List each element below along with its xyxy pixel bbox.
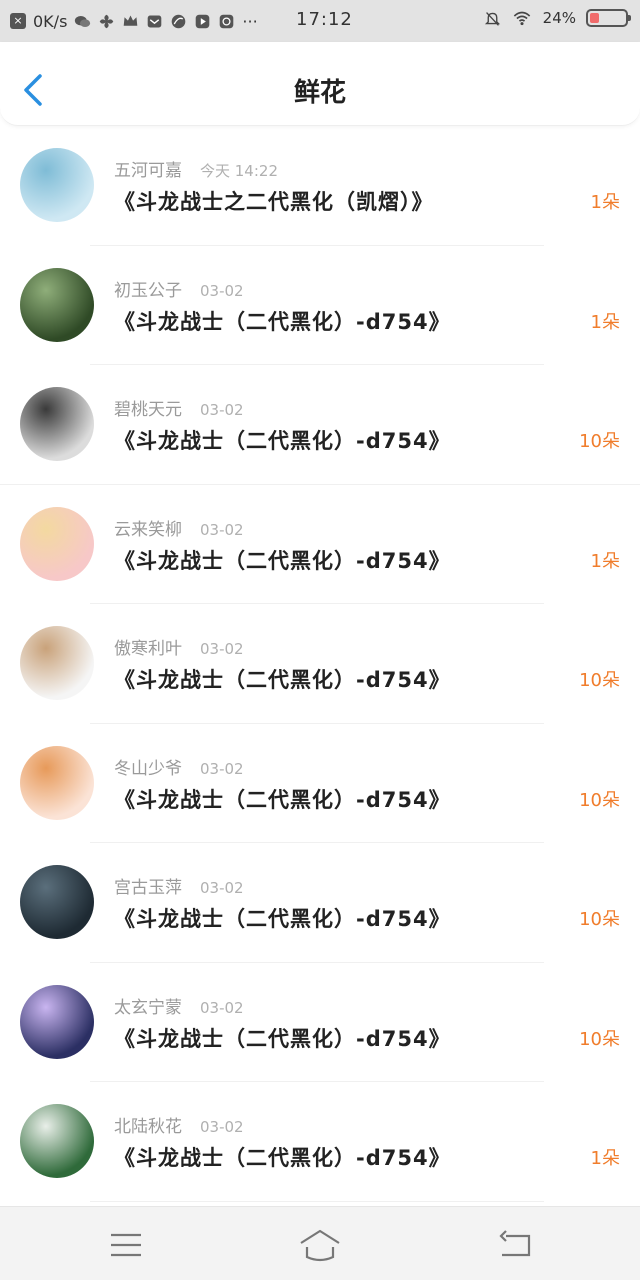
battery-level (590, 13, 600, 23)
more-notifications: ··· (242, 11, 258, 31)
list-item[interactable]: 傲寒利叶 03-02 《斗龙战士（二代黑化）-d754》 10朵 (0, 604, 640, 724)
flower-count: 10朵 (579, 1028, 620, 1050)
book-title[interactable]: 《斗龙战士（二代黑化）-d754》 (114, 306, 451, 336)
sender-name[interactable]: 傲寒利叶 (114, 639, 182, 659)
avatar[interactable] (20, 745, 94, 820)
sender-meta: 五河可嘉 今天 14:22 (114, 156, 278, 181)
sender-name[interactable]: 北陆秋花 (114, 1117, 182, 1137)
book-title[interactable]: 《斗龙战士（二代黑化）-d754》 (114, 1142, 451, 1172)
book-title[interactable]: 《斗龙战士（二代黑化）-d754》 (114, 425, 451, 455)
send-date: 今天 14:22 (200, 162, 278, 180)
list-item[interactable]: 冬山少爷 03-02 《斗龙战士（二代黑化）-d754》 10朵 (0, 724, 640, 843)
book-title[interactable]: 《斗龙战士（二代黑化）-d754》 (114, 1023, 451, 1053)
sender-meta: 冬山少爷 03-02 (114, 754, 244, 779)
flower-count: 10朵 (579, 431, 620, 452)
list-item[interactable]: 宫古玉萍 03-02 《斗龙战士（二代黑化）-d754》 10朵 (0, 843, 640, 963)
list-item[interactable]: 初玉公子 03-02 《斗龙战士（二代黑化）-d754》 1朵 (0, 246, 640, 365)
flower-count: 10朵 (579, 909, 620, 930)
sender-name[interactable]: 初玉公子 (114, 281, 182, 301)
chat-icon (220, 14, 234, 28)
send-date: 03-02 (200, 640, 244, 658)
sender-meta: 云来笑柳 03-02 (114, 515, 244, 540)
mail-icon (148, 15, 162, 27)
network-speed: 0K/s (33, 11, 68, 31)
status-notifications: × 0K/s ··· (10, 12, 258, 31)
avatar[interactable] (20, 984, 94, 1059)
home-icon[interactable] (298, 1225, 342, 1265)
flower-count: 1朵 (590, 1148, 620, 1169)
sender-meta: 初玉公子 03-02 (114, 276, 244, 301)
flower-list: 五河可嘉 今天 14:22 《斗龙战士之二代黑化（凯熠）》 1朵 初玉公子 03-02 《斗… (0, 126, 640, 1202)
sender-meta: 碧桃天元 03-02 (114, 395, 244, 420)
avatar[interactable] (20, 506, 94, 581)
clock: 17:12 (296, 9, 353, 30)
status-system: 24% (484, 9, 631, 27)
leaf-icon (172, 14, 186, 28)
book-title[interactable]: 《斗龙战士之二代黑化（凯熠）》 (114, 186, 434, 216)
close-box-icon: × (10, 13, 26, 29)
book-title[interactable]: 《斗龙战士（二代黑化）-d754》 (114, 784, 451, 814)
menu-icon[interactable] (104, 1225, 148, 1265)
sender-name[interactable]: 云来笑柳 (114, 520, 182, 540)
status-bar: × 0K/s ··· 17:12 24% (0, 0, 640, 42)
avatar[interactable] (20, 387, 94, 461)
send-date: 03-02 (200, 401, 244, 419)
sender-meta: 宫古玉萍 03-02 (114, 873, 244, 898)
send-date: 03-02 (200, 759, 244, 778)
avatar[interactable] (20, 1104, 94, 1178)
wifi-icon (513, 11, 530, 25)
flower-count: 1朵 (590, 192, 620, 213)
sender-name[interactable]: 冬山少爷 (114, 759, 182, 779)
avatar[interactable] (20, 865, 94, 939)
avatar[interactable] (20, 626, 94, 700)
fan-icon (100, 14, 114, 28)
divider (90, 1200, 544, 1202)
book-title[interactable]: 《斗龙战士（二代黑化）-d754》 (114, 903, 451, 933)
send-date: 03-02 (200, 998, 244, 1017)
sender-name[interactable]: 碧桃天元 (114, 400, 182, 420)
sender-name[interactable]: 宫古玉萍 (114, 878, 182, 898)
flower-count: 1朵 (590, 311, 620, 333)
battery-icon (586, 9, 631, 27)
book-title[interactable]: 《斗龙战士（二代黑化）-d754》 (114, 545, 451, 575)
book-title[interactable]: 《斗龙战士（二代黑化）-d754》 (114, 664, 451, 694)
send-date: 03-02 (200, 879, 244, 897)
bell-off-icon (484, 11, 500, 26)
send-date: 03-02 (200, 1118, 244, 1136)
flower-count: 1朵 (590, 550, 620, 572)
avatar[interactable] (20, 267, 94, 342)
header: 鲜花 (0, 42, 640, 126)
back-icon[interactable] (494, 1225, 538, 1265)
page-title: 鲜花 (293, 78, 346, 108)
sender-meta: 北陆秋花 03-02 (114, 1112, 244, 1137)
flower-count: 10朵 (579, 670, 620, 691)
sender-name[interactable]: 太玄宁蒙 (114, 998, 182, 1018)
play-icon (196, 14, 210, 28)
crown-icon (124, 15, 138, 26)
list-item[interactable]: 碧桃天元 03-02 《斗龙战士（二代黑化）-d754》 10朵 (0, 365, 640, 485)
sender-meta: 傲寒利叶 03-02 (114, 634, 244, 659)
flower-count: 10朵 (579, 789, 620, 811)
list-item[interactable]: 北陆秋花 03-02 《斗龙战士（二代黑化）-d754》 1朵 (0, 1082, 640, 1202)
list-item[interactable]: 太玄宁蒙 03-02 《斗龙战士（二代黑化）-d754》 10朵 (0, 963, 640, 1082)
list-item[interactable]: 云来笑柳 03-02 《斗龙战士（二代黑化）-d754》 1朵 (0, 485, 640, 604)
list-item[interactable]: 五河可嘉 今天 14:22 《斗龙战士之二代黑化（凯熠）》 1朵 (0, 126, 640, 246)
sender-name[interactable]: 五河可嘉 (114, 161, 182, 181)
sender-meta: 太玄宁蒙 03-02 (114, 993, 244, 1018)
battery-percent: 24% (542, 9, 576, 27)
avatar[interactable] (20, 148, 94, 222)
send-date: 03-02 (200, 281, 244, 300)
send-date: 03-02 (200, 520, 244, 539)
wechat-icon (75, 15, 91, 27)
system-nav-bar (0, 1206, 640, 1280)
